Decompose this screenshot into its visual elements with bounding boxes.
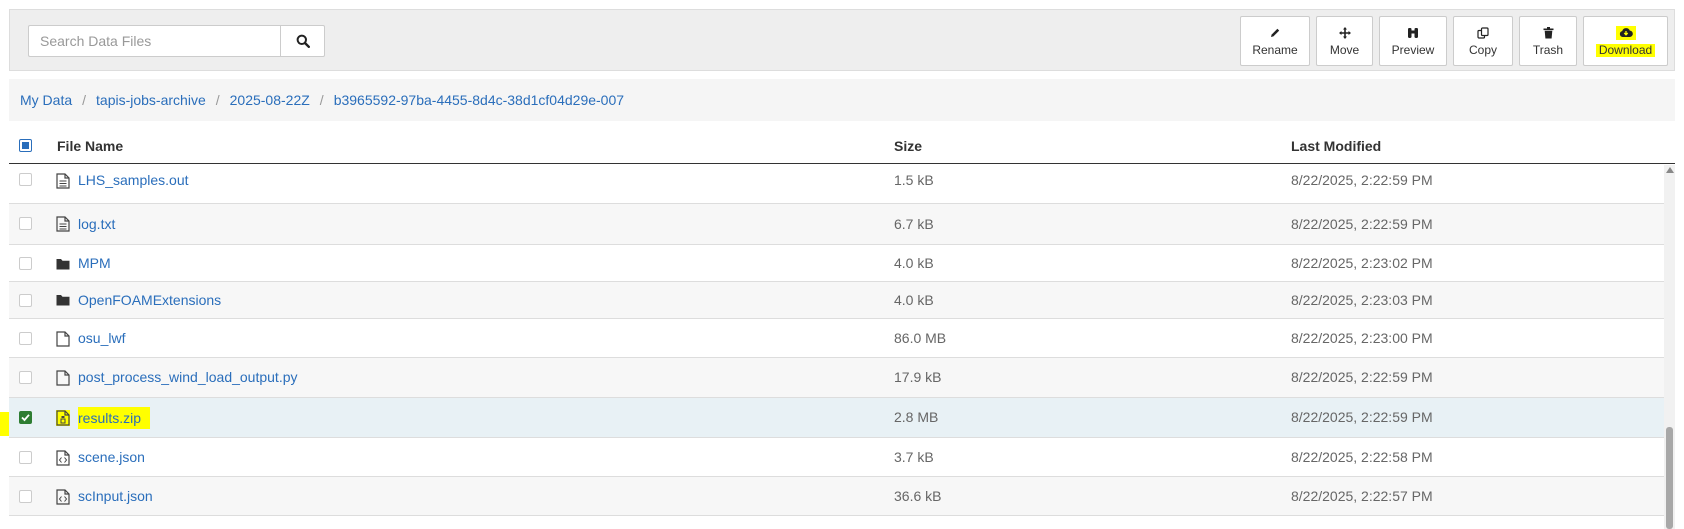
- file-icon: [56, 331, 70, 347]
- row-checkbox-checked[interactable]: [19, 411, 32, 424]
- cloud-download-icon: [1615, 25, 1636, 40]
- scroll-up-arrow-icon[interactable]: [1666, 167, 1674, 173]
- file-size: 4.0 kB: [894, 292, 934, 308]
- file-size: 36.6 kB: [894, 488, 942, 504]
- table-row[interactable]: LHS_samples.out 1.5 kB 8/22/2025, 2:22:5…: [9, 165, 1664, 204]
- file-modified: 8/22/2025, 2:23:00 PM: [1291, 330, 1433, 346]
- row-checkbox[interactable]: [19, 332, 32, 345]
- row-checkbox[interactable]: [19, 173, 32, 186]
- copy-label: Copy: [1468, 42, 1497, 57]
- trash-icon: [1543, 26, 1554, 40]
- move-arrows-icon: [1338, 26, 1351, 40]
- file-size: 4.0 kB: [894, 255, 934, 271]
- trash-label: Trash: [1532, 42, 1564, 57]
- search-icon: [296, 34, 310, 48]
- table-row[interactable]: scInput.json 36.6 kB 8/22/2025, 2:22:57 …: [9, 477, 1664, 516]
- breadcrumb: My Data / tapis-jobs-archive / 2025-08-2…: [9, 79, 1675, 121]
- file-name-link[interactable]: scInput.json: [78, 477, 153, 515]
- file-modified: 8/22/2025, 2:23:02 PM: [1291, 255, 1433, 271]
- file-size: 3.7 kB: [894, 449, 934, 465]
- file-modified: 8/22/2025, 2:23:03 PM: [1291, 292, 1433, 308]
- rename-label: Rename: [1252, 42, 1298, 57]
- toolbar: Rename Move Preview: [9, 9, 1675, 71]
- code-file-icon: [56, 489, 70, 505]
- file-name-link[interactable]: osu_lwf: [78, 319, 125, 357]
- download-label: Download: [1595, 43, 1656, 57]
- check-icon: [21, 414, 30, 422]
- move-label: Move: [1329, 42, 1360, 57]
- copy-icon: [1477, 26, 1489, 40]
- file-size: 2.8 MB: [894, 409, 939, 425]
- folder-icon: [56, 295, 70, 306]
- pencil-icon: [1269, 26, 1281, 40]
- folder-icon: [56, 259, 70, 270]
- table-row[interactable]: scene.json 3.7 kB 8/22/2025, 2:22:58 PM: [9, 438, 1664, 477]
- trash-button[interactable]: Trash: [1519, 16, 1577, 66]
- breadcrumb-separator: /: [319, 92, 324, 108]
- row-checkbox[interactable]: [19, 490, 32, 503]
- file-modified: 8/22/2025, 2:22:59 PM: [1291, 172, 1433, 188]
- folder-name-link[interactable]: OpenFOAMExtensions: [78, 282, 221, 318]
- row-checkbox[interactable]: [19, 257, 32, 270]
- file-size: 1.5 kB: [894, 172, 934, 188]
- file-size: 17.9 kB: [894, 369, 942, 385]
- rename-button[interactable]: Rename: [1240, 16, 1310, 66]
- row-checkbox[interactable]: [19, 217, 32, 230]
- row-checkbox[interactable]: [19, 451, 32, 464]
- file-name-link[interactable]: results.zip: [78, 407, 151, 429]
- text-file-icon: [56, 173, 70, 189]
- table-row[interactable]: OpenFOAMExtensions 4.0 kB 8/22/2025, 2:2…: [9, 282, 1664, 319]
- download-button[interactable]: Download: [1583, 16, 1668, 66]
- breadcrumb-separator: /: [82, 92, 87, 108]
- scrollbar-thumb[interactable]: [1666, 427, 1673, 529]
- table-row[interactable]: osu_lwf 86.0 MB 8/22/2025, 2:23:00 PM: [9, 319, 1664, 358]
- preview-label: Preview: [1391, 42, 1435, 57]
- file-modified: 8/22/2025, 2:22:59 PM: [1291, 216, 1433, 232]
- column-header-last-modified[interactable]: Last Modified: [1291, 129, 1381, 163]
- breadcrumb-item-job-id[interactable]: b3965592-97ba-4455-8d4c-38d1cf04d29e-007: [334, 92, 624, 108]
- file-name-link[interactable]: LHS_samples.out: [78, 165, 189, 195]
- breadcrumb-item-tapis-jobs-archive[interactable]: tapis-jobs-archive: [96, 92, 206, 108]
- select-all-checkbox[interactable]: [19, 139, 32, 152]
- breadcrumb-item-my-data[interactable]: My Data: [20, 92, 72, 108]
- search-input[interactable]: [28, 25, 280, 57]
- copy-button[interactable]: Copy: [1453, 16, 1513, 66]
- file-modified: 8/22/2025, 2:22:59 PM: [1291, 409, 1433, 425]
- search-bar: [28, 25, 325, 57]
- folder-name-link[interactable]: MPM: [78, 245, 111, 281]
- file-modified: 8/22/2025, 2:22:59 PM: [1291, 369, 1433, 385]
- row-checkbox[interactable]: [19, 294, 32, 307]
- file-modified: 8/22/2025, 2:22:57 PM: [1291, 488, 1433, 504]
- file-name-link[interactable]: log.txt: [78, 204, 115, 244]
- file-icon: [56, 370, 70, 386]
- text-file-icon: [56, 216, 70, 232]
- preview-button[interactable]: Preview: [1379, 16, 1447, 66]
- column-header-file-name[interactable]: File Name: [57, 129, 123, 163]
- file-size: 86.0 MB: [894, 330, 947, 346]
- file-list: LHS_samples.out 1.5 kB 8/22/2025, 2:22:5…: [9, 165, 1664, 529]
- move-button[interactable]: Move: [1316, 16, 1373, 66]
- table-row-selected[interactable]: results.zip 2.8 MB 8/22/2025, 2:22:59 PM: [9, 398, 1664, 438]
- column-header-size[interactable]: Size: [894, 129, 922, 163]
- file-actions: Rename Move Preview Copy Trash Download: [1234, 16, 1668, 66]
- file-table-header: File Name Size Last Modified: [9, 129, 1675, 164]
- file-name-link[interactable]: scene.json: [78, 438, 145, 476]
- breadcrumb-item-date[interactable]: 2025-08-22Z: [230, 92, 310, 108]
- table-row[interactable]: post_process_wind_load_output.py 17.9 kB…: [9, 358, 1664, 398]
- file-modified: 8/22/2025, 2:22:58 PM: [1291, 449, 1433, 465]
- row-checkbox[interactable]: [19, 371, 32, 384]
- code-file-icon: [56, 450, 70, 466]
- table-row[interactable]: log.txt 6.7 kB 8/22/2025, 2:22:59 PM: [9, 204, 1664, 245]
- table-row[interactable]: MPM 4.0 kB 8/22/2025, 2:23:02 PM: [9, 245, 1664, 282]
- search-button[interactable]: [280, 25, 325, 57]
- file-name-link[interactable]: post_process_wind_load_output.py: [78, 358, 298, 397]
- file-list-scrollbar[interactable]: [1664, 165, 1675, 529]
- breadcrumb-separator: /: [215, 92, 220, 108]
- binoculars-icon: [1407, 26, 1419, 40]
- file-size: 6.7 kB: [894, 216, 934, 232]
- zip-file-icon: [56, 410, 70, 426]
